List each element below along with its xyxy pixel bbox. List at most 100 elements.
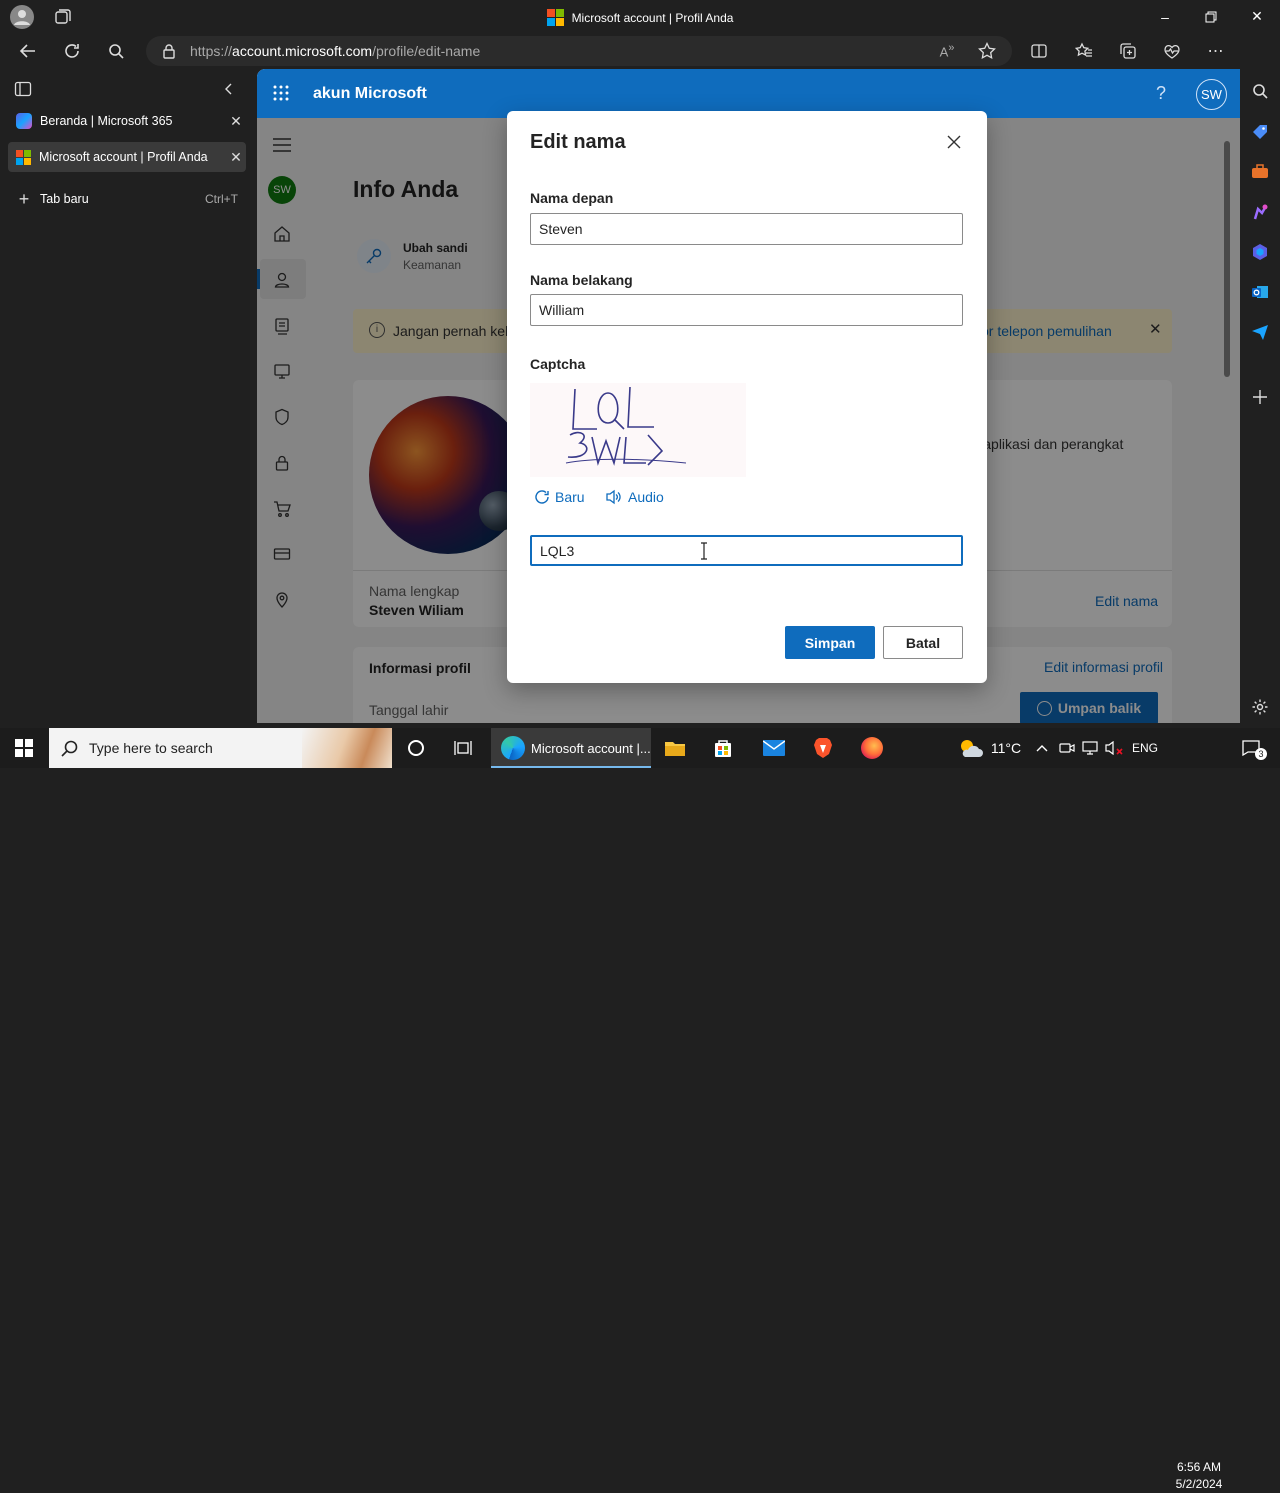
captcha-label: Captcha [530, 356, 586, 372]
new-tab-shortcut: Ctrl+T [205, 192, 238, 206]
chevron-up-icon[interactable] [1034, 728, 1050, 768]
address-bar[interactable]: https://account.microsoft.com/profile/ed… [146, 36, 1012, 66]
close-dialog-icon[interactable] [945, 133, 963, 151]
tab-label: Beranda | Microsoft 365 [40, 114, 173, 128]
tab-beranda-microsoft365[interactable]: Beranda | Microsoft 365 ✕ [8, 106, 246, 136]
store-icon[interactable] [703, 728, 743, 768]
captcha-input[interactable]: LQL3 [530, 535, 963, 566]
mail-icon[interactable] [754, 728, 794, 768]
taskbar-search-box[interactable]: Type here to search [49, 728, 392, 768]
cortana-icon[interactable] [396, 728, 436, 768]
taskbar: Type here to search Microsoft account |.… [0, 728, 1280, 1491]
close-tab-icon[interactable]: ✕ [226, 149, 246, 166]
microsoft365-icon [16, 113, 32, 129]
refresh-button[interactable] [54, 33, 90, 69]
url-prefix: https:// [190, 43, 233, 59]
first-name-input[interactable]: Steven [530, 213, 963, 245]
clock-date: 5/2/2024 [1175, 1477, 1223, 1491]
games-icon[interactable] [1248, 200, 1272, 224]
notification-count: 3 [1255, 748, 1267, 760]
more-menu-icon[interactable]: ⋯ [1198, 33, 1234, 69]
edge-icon [501, 736, 525, 760]
shopping-tag-icon[interactable] [1248, 120, 1272, 144]
task-view-icon[interactable] [443, 728, 483, 768]
restore-button[interactable] [1188, 0, 1234, 33]
refresh-label: Baru [555, 489, 585, 505]
captcha-audio-button[interactable]: Audio [605, 489, 664, 505]
clock-time: 6:56 AM [1176, 1460, 1222, 1474]
captcha-refresh-button[interactable]: Baru [534, 489, 585, 505]
microsoft-logo-icon [16, 149, 31, 165]
save-button[interactable]: Simpan [785, 626, 875, 659]
search-placeholder: Type here to search [89, 740, 213, 756]
clock[interactable]: 6:56 AM 5/2/2024 [1168, 1459, 1230, 1493]
edit-name-dialog: Edit nama Nama depan Steven Nama belakan… [507, 111, 987, 683]
search-highlight-decoration [302, 728, 392, 768]
last-name-label: Nama belakang [530, 272, 633, 288]
file-explorer-icon[interactable] [655, 728, 695, 768]
audio-label: Audio [628, 489, 664, 505]
last-name-input[interactable]: William [530, 294, 963, 326]
new-tab-button[interactable]: + Tab baru Ctrl+T [8, 184, 246, 214]
search-icon [61, 740, 78, 757]
collections-icon[interactable] [1110, 33, 1146, 69]
network-icon[interactable] [1081, 728, 1099, 768]
taskbar-edge-app[interactable]: Microsoft account |... [491, 728, 651, 768]
refresh-icon [535, 490, 549, 504]
toolbar: https://account.microsoft.com/profile/ed… [0, 33, 1240, 69]
edge-sidebar [1240, 33, 1280, 723]
cancel-button[interactable]: Batal [883, 626, 963, 659]
header-avatar[interactable]: SW [1196, 79, 1227, 110]
vertical-tabs-panel: Beranda | Microsoft 365 ✕ Microsoft acco… [0, 69, 257, 723]
app-launcher-icon[interactable] [273, 85, 289, 101]
help-icon[interactable]: ? [1156, 83, 1166, 104]
volume-muted-icon[interactable] [1104, 728, 1126, 768]
window-title-text: Microsoft account | Profil Anda [571, 10, 734, 25]
search-button[interactable] [98, 33, 134, 69]
firefox-icon[interactable] [852, 728, 892, 768]
plus-icon: + [18, 188, 30, 209]
tab-label: Microsoft account | Profil Anda [39, 150, 208, 164]
speaker-icon [606, 489, 621, 505]
close-window-button[interactable]: ✕ [1234, 0, 1280, 33]
favorite-star-icon[interactable] [969, 33, 1005, 69]
tools-briefcase-icon[interactable] [1248, 160, 1272, 184]
brave-icon[interactable] [803, 728, 843, 768]
start-button[interactable] [0, 728, 48, 768]
sidebar-settings-icon[interactable] [1248, 695, 1272, 719]
sidebar-search-icon[interactable] [1248, 79, 1272, 103]
back-button[interactable] [10, 33, 46, 69]
minimize-button[interactable]: – [1142, 0, 1188, 33]
tab-label: Tab baru [40, 192, 89, 206]
close-tab-icon[interactable]: ✕ [226, 113, 246, 130]
url-path: /profile/edit-name [372, 43, 481, 59]
language-indicator[interactable]: ENG [1130, 728, 1160, 768]
lock-icon[interactable] [162, 43, 176, 59]
active-app-label: Microsoft account |... [531, 740, 651, 756]
collapse-panel-icon[interactable] [222, 81, 236, 97]
captcha-input-value: LQL3 [540, 542, 575, 559]
text-cursor-icon [701, 542, 707, 560]
read-aloud-icon[interactable]: A» [929, 33, 965, 69]
outlook-icon[interactable] [1248, 280, 1272, 304]
browser-essentials-icon[interactable] [1154, 33, 1190, 69]
weather-icon[interactable] [955, 728, 985, 768]
app-name[interactable]: akun Microsoft [313, 85, 427, 103]
notifications-icon[interactable]: 3 [1236, 728, 1267, 768]
add-sidebar-app-icon[interactable] [1248, 385, 1272, 409]
weather-temp[interactable]: 11°C [986, 728, 1026, 768]
captcha-image [530, 383, 746, 477]
favorites-icon[interactable] [1066, 33, 1102, 69]
send-icon[interactable] [1248, 320, 1272, 344]
tab-microsoft-account[interactable]: Microsoft account | Profil Anda ✕ [8, 142, 246, 172]
dialog-title: Edit nama [530, 131, 626, 153]
microsoft365-sidebar-icon[interactable] [1248, 240, 1272, 264]
first-name-label: Nama depan [530, 190, 614, 206]
tab-actions-icon[interactable] [14, 81, 32, 97]
url-host: account.microsoft.com [232, 43, 373, 59]
microsoft-logo-icon [546, 9, 564, 26]
title-bar: Microsoft account | Profil Anda – ✕ [0, 0, 1280, 33]
meet-now-icon[interactable] [1058, 728, 1076, 768]
window-title: Microsoft account | Profil Anda [0, 9, 1280, 26]
split-screen-icon[interactable] [1021, 33, 1057, 69]
